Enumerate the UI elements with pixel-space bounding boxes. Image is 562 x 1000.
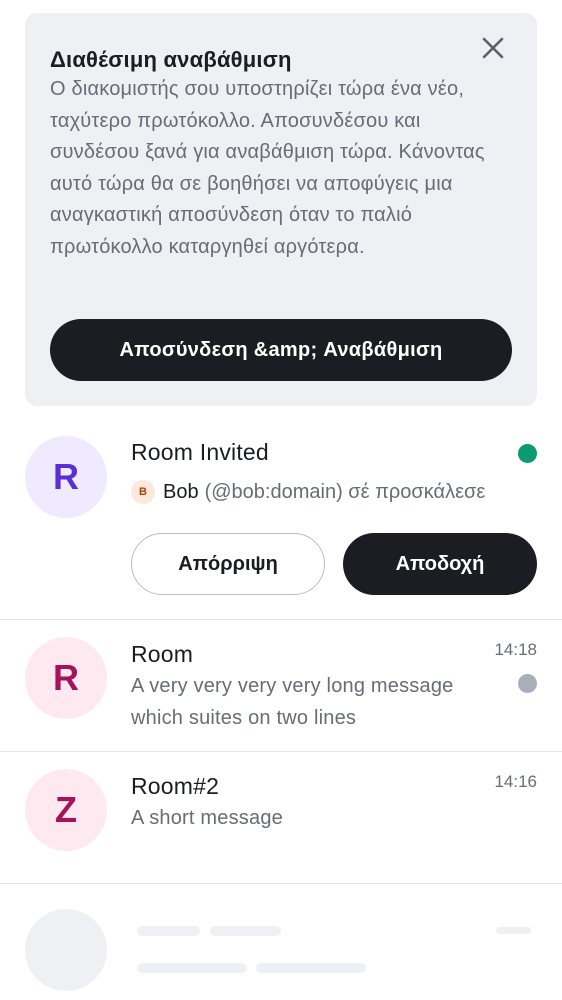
banner-description: Ο διακομιστής σου υποστηρίζει τώρα ένα ν… bbox=[50, 78, 485, 258]
placeholder-bar bbox=[496, 927, 531, 934]
placeholder-avatar bbox=[25, 909, 107, 991]
logout-and-upgrade-button[interactable]: Αποσύνδεση &amp; Αναβάθμιση bbox=[50, 319, 512, 381]
room-avatar: R bbox=[25, 436, 107, 518]
unread-indicator-dot bbox=[518, 674, 537, 693]
room-name: Room#2 bbox=[131, 773, 220, 799]
accept-button[interactable]: Αποδοχή bbox=[343, 533, 537, 595]
room-last-message: A short message bbox=[131, 807, 283, 829]
invite-indicator-dot bbox=[518, 444, 537, 463]
inviter-name: Bob bbox=[163, 480, 199, 503]
close-icon[interactable] bbox=[480, 35, 506, 61]
placeholder-bar bbox=[137, 926, 200, 936]
room-timestamp: 14:16 bbox=[494, 772, 537, 791]
room-avatar: R bbox=[25, 637, 107, 719]
banner-title: Διαθέσιμη αναβάθμιση bbox=[50, 47, 292, 72]
placeholder-bar bbox=[137, 963, 247, 973]
inviter-details: (@bob:domain) σέ προσκάλεσε bbox=[204, 480, 486, 503]
upgrade-banner: Διαθέσιμη αναβάθμιση Ο διακομιστής σου υ… bbox=[25, 13, 537, 406]
inviter-info: B Bob (@bob:domain) σέ προσκάλεσε bbox=[131, 480, 485, 504]
invited-room-item[interactable]: R Room Invited B Bob (@bob:domain) σέ πρ… bbox=[0, 406, 562, 620]
room-last-message: A very very very very long message which… bbox=[131, 675, 454, 729]
room-avatar: Z bbox=[25, 769, 107, 851]
room-name: Room Invited bbox=[131, 439, 269, 465]
placeholder-bar bbox=[210, 926, 281, 936]
decline-button[interactable]: Απόρριψη bbox=[131, 533, 325, 595]
inviter-avatar: B bbox=[131, 480, 155, 504]
room-list-item[interactable]: R Room 14:18 A very very very very long … bbox=[0, 620, 562, 752]
room-name: Room bbox=[131, 641, 194, 667]
placeholder-bar bbox=[256, 963, 366, 973]
room-list-item-placeholder bbox=[0, 884, 562, 1000]
room-timestamp: 14:18 bbox=[494, 640, 537, 659]
room-list-item[interactable]: Z Room#2 14:16 A short message bbox=[0, 752, 562, 884]
